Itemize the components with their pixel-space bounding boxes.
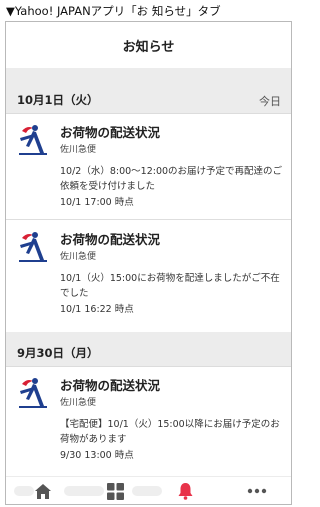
- notification-item[interactable]: お荷物の配送状況 佐川急便 10/1（火）15:00にお荷物を配達しましたがご不…: [6, 221, 291, 332]
- section-date: 10月1日（火）: [17, 93, 99, 107]
- phone-screen: お知らせ 10月1日（火） 今日 お荷物の配送状況 佐川急便 10/2（水）8:…: [5, 21, 292, 505]
- date-section-header: 10月1日（火） 今日: [6, 86, 291, 114]
- page-header: お知らせ: [6, 22, 291, 68]
- tab-services[interactable]: [103, 480, 127, 502]
- bell-icon: [178, 483, 192, 500]
- notification-sender: 佐川急便: [60, 398, 97, 408]
- date-section-header: 9月30日（月）: [6, 339, 291, 367]
- notification-time: 9/30 13:00 時点: [60, 450, 134, 461]
- tab-notifications[interactable]: [173, 480, 197, 502]
- tab-home[interactable]: [31, 480, 55, 502]
- section-date: 9月30日（月）: [17, 346, 99, 360]
- more-icon: [247, 488, 267, 494]
- blurred-region: [64, 486, 104, 496]
- section-today-label: 今日: [259, 95, 281, 108]
- grid-icon: [106, 482, 124, 500]
- notification-body: 【宅配便】10/1（火）15:00以降にお届け予定のお荷物があります: [60, 419, 280, 445]
- blurred-region: [132, 486, 162, 496]
- sagawa-logo-icon: [18, 229, 48, 263]
- screenshot-caption: ▼Yahoo! JAPANアプリ「お 知らせ」タブ: [6, 4, 221, 18]
- notification-body: 10/1（火）15:00にお荷物を配達しましたがご不在でした: [60, 273, 280, 299]
- notification-item[interactable]: お荷物の配送状況 佐川急便 【宅配便】10/1（火）15:00以降にお届け予定の…: [6, 367, 291, 478]
- notification-time: 10/1 17:00 時点: [60, 197, 134, 208]
- notification-sender: 佐川急便: [60, 145, 97, 155]
- bottom-tab-bar: [6, 476, 291, 504]
- notification-title: お荷物の配送状況: [60, 232, 161, 247]
- notification-time: 10/1 16:22 時点: [60, 304, 134, 315]
- notification-item[interactable]: お荷物の配送状況 佐川急便 10/2（水）8:00～12:00のお届け予定で再配…: [6, 114, 291, 220]
- notification-title: お荷物の配送状況: [60, 125, 161, 140]
- sagawa-logo-icon: [18, 122, 48, 156]
- header-spacer: [6, 68, 291, 86]
- tab-more[interactable]: [245, 480, 269, 502]
- sagawa-logo-icon: [18, 375, 48, 409]
- notification-sender: 佐川急便: [60, 252, 97, 262]
- home-icon: [35, 483, 51, 499]
- notification-body: 10/2（水）8:00～12:00のお届け予定で再配達のご依頼を受け付けました: [60, 166, 283, 192]
- page-title: お知らせ: [122, 39, 175, 55]
- notification-title: お荷物の配送状況: [60, 378, 161, 393]
